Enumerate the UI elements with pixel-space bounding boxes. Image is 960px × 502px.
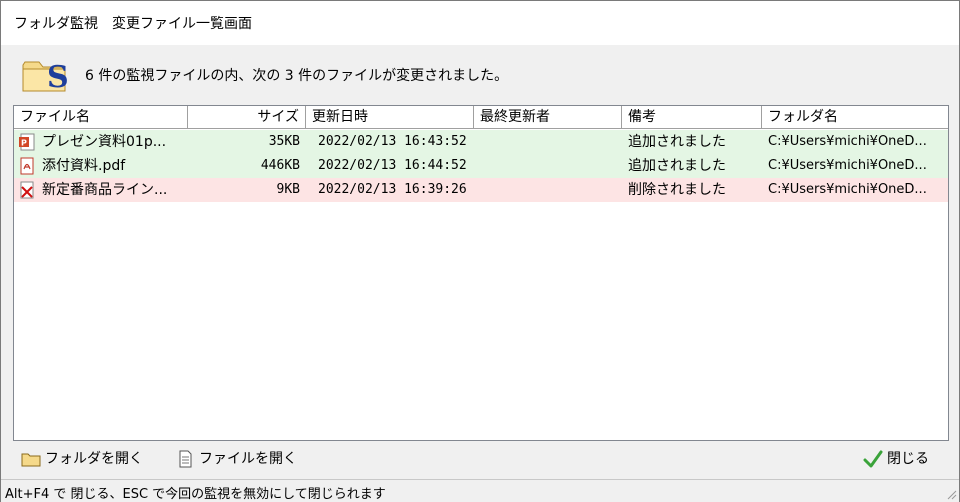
cell-modified: 2022/02/13 16:43:52: [318, 134, 467, 149]
document-icon: [179, 450, 192, 468]
folder-icon: [21, 453, 41, 467]
resize-grip-icon[interactable]: [945, 488, 957, 500]
cell-last-modified-by: [474, 178, 622, 202]
changed-files-list[interactable]: ファイル名 サイズ 更新日時 最終更新者 備考 フォルダ名 P プレゼン資料01…: [13, 105, 949, 441]
status-text: Alt+F4 で 閉じる、ESC で今回の監視を無効にして閉じられます: [5, 487, 386, 502]
cell-last-modified-by: [474, 154, 622, 178]
column-header-last-modified-by[interactable]: 最終更新者: [474, 106, 622, 128]
window-title: フォルダ監視 変更ファイル一覧画面: [14, 16, 252, 32]
change-summary-message: 6 件の監視ファイルの内、次の 3 件のファイルが変更されました。: [85, 68, 509, 84]
cell-modified: 2022/02/13 16:39:26: [318, 182, 467, 197]
folder-monitor-app-icon: S: [22, 60, 69, 95]
open-folder-button[interactable]: フォルダを開く: [17, 445, 143, 473]
bottom-toolbar: フォルダを開く ファイルを開く 閉じる: [13, 445, 947, 473]
list-column-header: ファイル名 サイズ 更新日時 最終更新者 備考 フォルダ名: [14, 106, 948, 129]
table-row[interactable]: P プレゼン資料01p... 35KB 2022/02/13 16:43:52 …: [14, 130, 948, 154]
column-header-folder[interactable]: フォルダ名: [762, 106, 948, 128]
column-header-modified[interactable]: 更新日時: [306, 106, 474, 128]
cell-note: 削除されました: [628, 182, 726, 198]
column-header-note[interactable]: 備考: [622, 106, 762, 128]
cell-size: 35KB: [268, 134, 300, 149]
cell-note: 追加されました: [628, 134, 726, 150]
cell-last-modified-by: [474, 130, 622, 154]
column-header-file-name[interactable]: ファイル名: [14, 106, 188, 128]
header-area: S 6 件の監視ファイルの内、次の 3 件のファイルが変更されました。: [21, 53, 941, 95]
open-file-button[interactable]: ファイルを開く: [171, 445, 297, 473]
close-button[interactable]: 閉じる: [859, 445, 929, 473]
open-folder-label: フォルダを開く: [45, 451, 143, 467]
cell-note: 追加されました: [628, 158, 726, 174]
status-bar: Alt+F4 で 閉じる、ESC で今回の監視を無効にして閉じられます: [1, 479, 959, 502]
table-row[interactable]: 新定番商品ライン... 9KB 2022/02/13 16:39:26 削除され…: [14, 178, 948, 202]
svg-text:S: S: [47, 60, 69, 95]
dialog-window: フォルダ監視 変更ファイル一覧画面 S 6 件の監視ファイルの内、次の 3 件の…: [0, 0, 960, 502]
cell-file-name: 新定番商品ライン...: [42, 182, 168, 198]
cell-modified: 2022/02/13 16:44:52: [318, 158, 467, 173]
cell-folder: C:¥Users¥michi¥OneD...: [768, 158, 927, 173]
cell-folder: C:¥Users¥michi¥OneD...: [768, 134, 927, 149]
open-file-label: ファイルを開く: [199, 451, 297, 467]
column-header-size[interactable]: サイズ: [188, 106, 306, 128]
table-row[interactable]: 添付資料.pdf 446KB 2022/02/13 16:44:52 追加されま…: [14, 154, 948, 178]
close-label: 閉じる: [887, 451, 929, 467]
cell-file-name: プレゼン資料01p...: [42, 134, 167, 150]
checkmark-icon: [863, 450, 883, 468]
cell-size: 446KB: [260, 158, 300, 173]
cell-file-name: 添付資料.pdf: [42, 158, 126, 174]
title-bar[interactable]: フォルダ監視 変更ファイル一覧画面: [1, 1, 959, 45]
cell-folder: C:¥Users¥michi¥OneD...: [768, 182, 927, 197]
cell-size: 9KB: [276, 182, 300, 197]
